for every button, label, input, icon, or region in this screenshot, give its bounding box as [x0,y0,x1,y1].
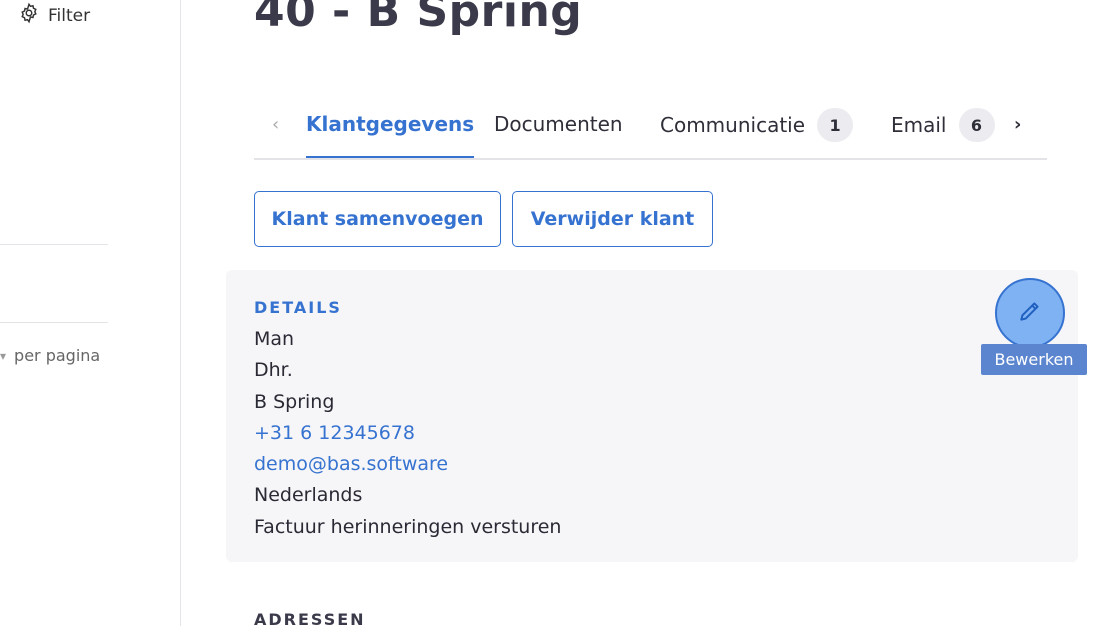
tab-label: Documenten [494,112,623,136]
addresses-heading: ADRESSEN [254,610,366,629]
delete-customer-button[interactable]: Verwijder klant [512,191,713,247]
sidebar-divider [0,244,108,245]
page-title: 40 - B Spring [254,0,583,37]
per-page-selector[interactable]: ▾ per pagina [0,346,100,365]
email-link[interactable]: demo@bas.software [254,449,561,480]
details-heading: DETAILS [254,298,342,317]
tab-klantgegevens[interactable]: Klantgegevens [306,112,475,158]
tab-documenten[interactable]: Documenten [494,112,623,136]
per-page-label: per pagina [14,346,101,365]
sidebar-divider [0,322,108,323]
edit-button[interactable] [995,278,1065,348]
pencil-icon [1017,298,1043,328]
filter-label: Filter [48,5,91,26]
details-list: Man Dhr. B Spring +31 6 12345678 demo@ba… [254,324,561,543]
count-badge: 6 [958,108,995,142]
reminder-setting: Factuur herinneringen versturen [254,515,562,538]
gear-icon [18,2,40,29]
edit-tooltip: Bewerken [981,344,1087,375]
tab-label: Email [891,113,947,137]
salutation-value: Dhr. [254,359,293,382]
language-value: Nederlands [254,484,363,507]
sidebar: Filter ▾ per pagina [0,0,181,626]
chevron-left-icon[interactable]: ‹ [272,114,279,135]
tab-email[interactable]: Email 6 [891,108,995,142]
chevron-right-icon[interactable]: › [1014,114,1021,135]
tab-bar: ‹ Klantgegevens Documenten Communicatie … [254,100,1047,160]
count-badge: 1 [817,108,854,142]
tab-communicatie[interactable]: Communicatie 1 [660,108,854,142]
tab-label: Klantgegevens [306,112,475,136]
merge-customer-button[interactable]: Klant samenvoegen [254,191,501,247]
tab-label: Communicatie [660,113,806,137]
filter-button[interactable]: Filter [18,2,90,29]
phone-link[interactable]: +31 6 12345678 [254,418,561,449]
name-value: B Spring [254,390,335,413]
chevron-down-icon: ▾ [0,348,7,363]
gender-value: Man [254,328,295,350]
